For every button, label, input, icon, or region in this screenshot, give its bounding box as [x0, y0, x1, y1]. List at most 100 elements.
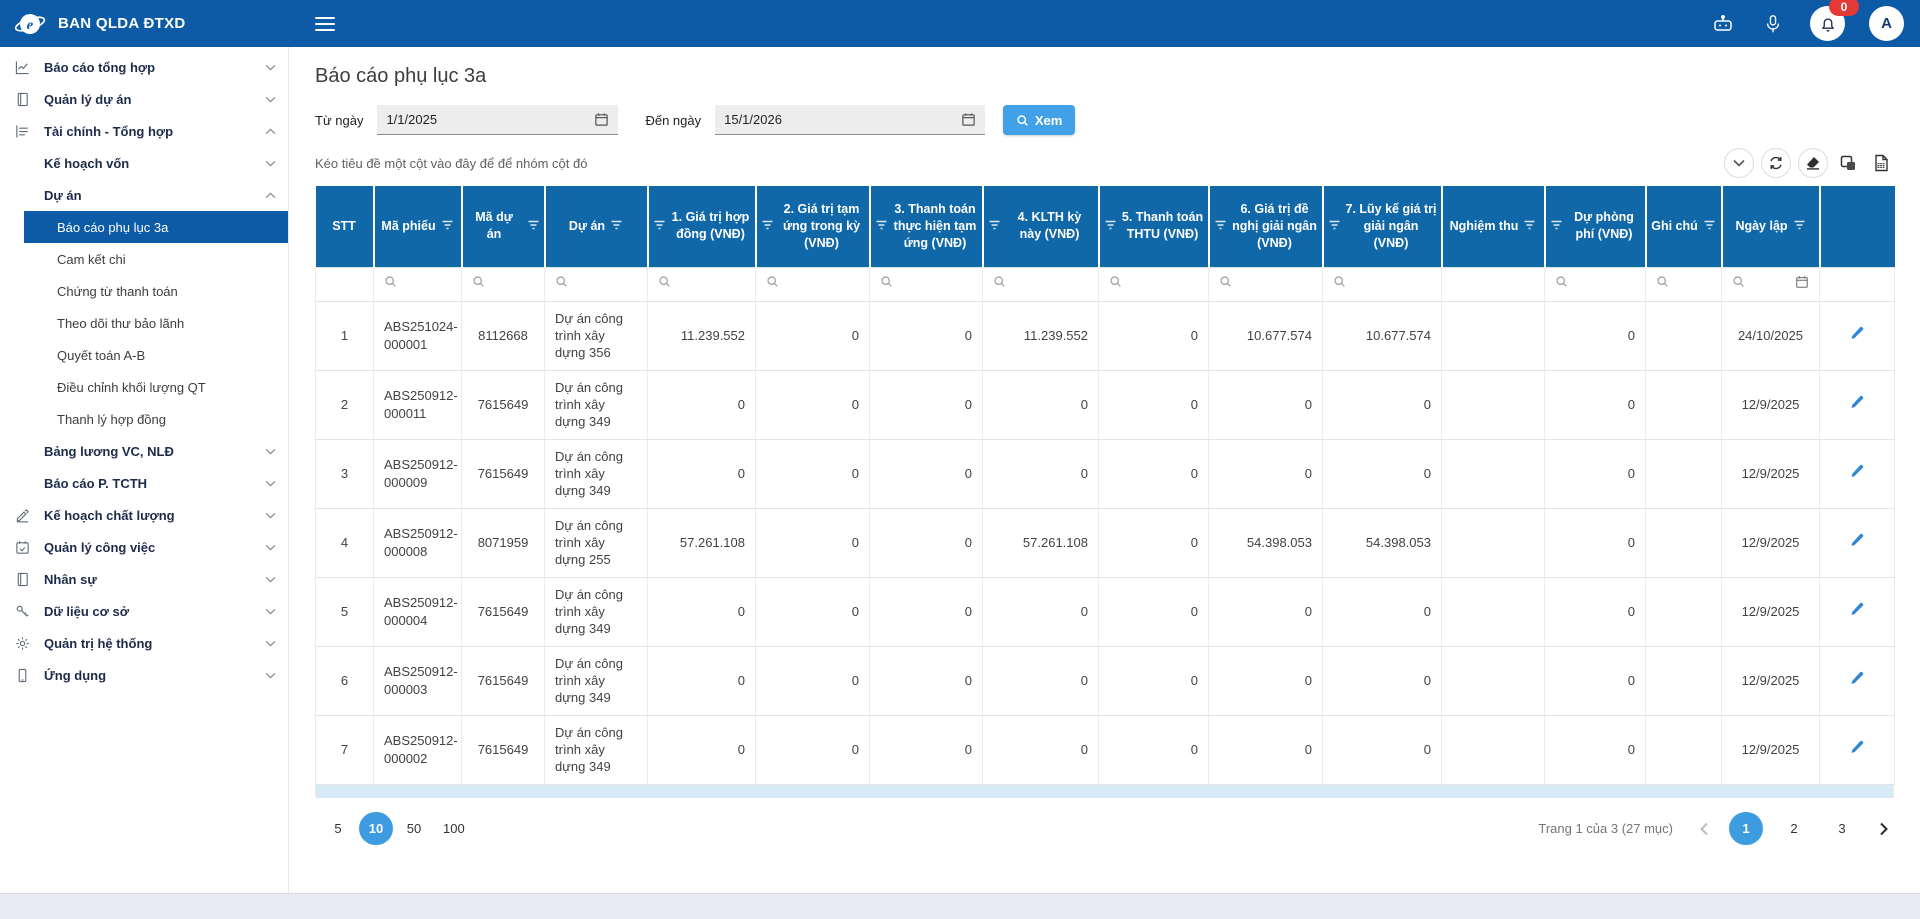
menu-toggle-button[interactable] — [315, 17, 335, 31]
sidebar-item[interactable]: Tài chính - Tổng hợp — [0, 115, 288, 147]
sidebar-item[interactable]: Báo cáo tổng hợp — [0, 51, 288, 83]
calendar-icon[interactable] — [594, 112, 609, 127]
column-header-ghi_chu[interactable]: Ghi chú — [1646, 186, 1722, 267]
filter-input-c3[interactable] — [870, 267, 983, 301]
sidebar-item[interactable]: Quản lý dự án — [0, 83, 288, 115]
filter-icon[interactable] — [1523, 218, 1536, 235]
collapse-chevron-button[interactable] — [1724, 148, 1754, 178]
prev-page-button[interactable] — [1694, 819, 1714, 839]
sidebar-item[interactable]: Dữ liệu cơ sở — [0, 595, 288, 627]
export-copy-button[interactable] — [1835, 150, 1861, 176]
sidebar-item[interactable]: Nhân sự — [0, 563, 288, 595]
sidebar-item[interactable]: Kế hoạch vốn — [0, 147, 288, 179]
edit-row-button[interactable] — [1849, 394, 1865, 410]
column-header-ma_du_an[interactable]: Mã dự án — [462, 186, 545, 267]
from-date-input[interactable]: 1/1/2025 — [377, 105, 618, 135]
page-size-100[interactable]: 100 — [435, 812, 473, 845]
sidebar-item-active[interactable]: Báo cáo phụ lục 3a — [24, 211, 288, 243]
edit-row-button[interactable] — [1849, 532, 1865, 548]
cell-c6: 0 — [1209, 370, 1323, 439]
column-header-c4[interactable]: 4. KLTH kỳ này (VNĐ) — [983, 186, 1099, 267]
column-header-c3[interactable]: 3. Thanh toán thực hiện tạm ứng (VNĐ) — [870, 186, 983, 267]
filter-input-du_phong[interactable] — [1545, 267, 1646, 301]
column-header-c6[interactable]: 6. Giá trị đề nghị giải ngân (VNĐ) — [1209, 186, 1323, 267]
assistant-robot-icon[interactable] — [1710, 11, 1736, 37]
calendar-icon[interactable] — [1795, 275, 1809, 293]
page-button-3[interactable]: 3 — [1825, 812, 1859, 845]
user-avatar[interactable]: A — [1869, 6, 1904, 41]
filter-icon[interactable] — [1328, 218, 1341, 235]
microphone-icon[interactable] — [1760, 11, 1786, 37]
view-button[interactable]: Xem — [1003, 105, 1075, 135]
sidebar-item[interactable]: Quản trị hệ thống — [0, 627, 288, 659]
page-button-1[interactable]: 1 — [1729, 812, 1763, 845]
notifications-bell-button[interactable]: 0 — [1810, 6, 1845, 41]
column-header-stt[interactable]: STT — [316, 186, 374, 267]
filter-input-c4[interactable] — [983, 267, 1099, 301]
filter-input-c5[interactable] — [1099, 267, 1209, 301]
sidebar-item[interactable]: Thanh lý hợp đồng — [0, 403, 288, 435]
filter-icon[interactable] — [527, 218, 540, 235]
edit-row-button[interactable] — [1849, 670, 1865, 686]
filter-icon[interactable] — [653, 218, 666, 235]
filter-input-c7[interactable] — [1323, 267, 1442, 301]
filter-input-ngay_lap[interactable] — [1722, 267, 1820, 301]
filter-input-c1[interactable] — [648, 267, 756, 301]
page-size-50[interactable]: 50 — [397, 812, 431, 845]
filter-icon[interactable] — [761, 218, 774, 235]
column-header-du_an[interactable]: Dự án — [545, 186, 648, 267]
filter-icon[interactable] — [1214, 218, 1227, 235]
calendar-icon[interactable] — [961, 112, 976, 127]
sidebar-item[interactable]: Kế hoạch chất lượng — [0, 499, 288, 531]
refresh-button[interactable] — [1761, 148, 1791, 178]
column-header-c2[interactable]: 2. Giá trị tạm ứng trong kỳ (VNĐ) — [756, 186, 870, 267]
column-header-nghiem_thu[interactable]: Nghiệm thu — [1442, 186, 1545, 267]
sidebar-item[interactable]: Điều chỉnh khối lượng QT — [0, 371, 288, 403]
brand-logo[interactable]: e BAN QLDA ĐTXD — [0, 0, 289, 47]
edit-row-button[interactable] — [1849, 739, 1865, 755]
sidebar-item[interactable]: Báo cáo P. TCTH — [0, 467, 288, 499]
filter-icon[interactable] — [610, 218, 623, 235]
column-header-ngay_lap[interactable]: Ngày lập — [1722, 186, 1820, 267]
sidebar-item[interactable]: Theo dõi thư bảo lãnh — [0, 307, 288, 339]
sidebar-item[interactable]: Ứng dụng — [0, 659, 288, 691]
filter-icon[interactable] — [441, 218, 454, 235]
filter-icon[interactable] — [988, 218, 1001, 235]
filter-input-c6[interactable] — [1209, 267, 1323, 301]
column-header-du_phong[interactable]: Dự phòng phí (VNĐ) — [1545, 186, 1646, 267]
filter-input-ghi_chu[interactable] — [1646, 267, 1722, 301]
sidebar-item[interactable]: Chứng từ thanh toán — [0, 275, 288, 307]
export-excel-button[interactable] — [1868, 150, 1894, 176]
filter-icon[interactable] — [1550, 218, 1563, 235]
cell-c6: 0 — [1209, 715, 1323, 784]
sidebar-item[interactable]: Quyết toán A-B — [0, 339, 288, 371]
cell-c5: 0 — [1099, 646, 1209, 715]
column-header-ma_phieu[interactable]: Mã phiếu — [374, 186, 462, 267]
to-date-input[interactable]: 15/1/2026 — [715, 105, 985, 135]
page-size-10[interactable]: 10 — [359, 812, 393, 845]
clear-filters-eraser-button[interactable] — [1798, 148, 1828, 178]
edit-row-button[interactable] — [1849, 463, 1865, 479]
filter-input-c2[interactable] — [756, 267, 870, 301]
filter-input-ma_phieu[interactable] — [374, 267, 462, 301]
filter-icon[interactable] — [875, 218, 888, 235]
sidebar-item[interactable]: Dự án — [0, 179, 288, 211]
next-page-button[interactable] — [1874, 819, 1894, 839]
search-icon — [384, 275, 397, 292]
filter-icon[interactable] — [1793, 218, 1806, 235]
edit-row-button[interactable] — [1849, 325, 1865, 341]
filter-icon[interactable] — [1104, 218, 1117, 235]
page-button-2[interactable]: 2 — [1777, 812, 1811, 845]
page-size-5[interactable]: 5 — [321, 812, 355, 845]
filter-input-du_an[interactable] — [545, 267, 648, 301]
edit-row-button[interactable] — [1849, 601, 1865, 617]
sidebar-item[interactable]: Bảng lương VC, NLĐ — [0, 435, 288, 467]
sidebar-item[interactable]: Quản lý công việc — [0, 531, 288, 563]
sidebar-item[interactable]: Cam kết chi — [0, 243, 288, 275]
column-header-c7[interactable]: 7. Lũy kế giá trị giải ngân (VNĐ) — [1323, 186, 1442, 267]
filter-icon[interactable] — [1703, 218, 1716, 235]
cell-ma_du_an: 8071959 — [462, 508, 545, 577]
column-header-c1[interactable]: 1. Giá trị hợp đồng (VNĐ) — [648, 186, 756, 267]
column-header-c5[interactable]: 5. Thanh toán THTU (VNĐ) — [1099, 186, 1209, 267]
filter-input-ma_du_an[interactable] — [462, 267, 545, 301]
